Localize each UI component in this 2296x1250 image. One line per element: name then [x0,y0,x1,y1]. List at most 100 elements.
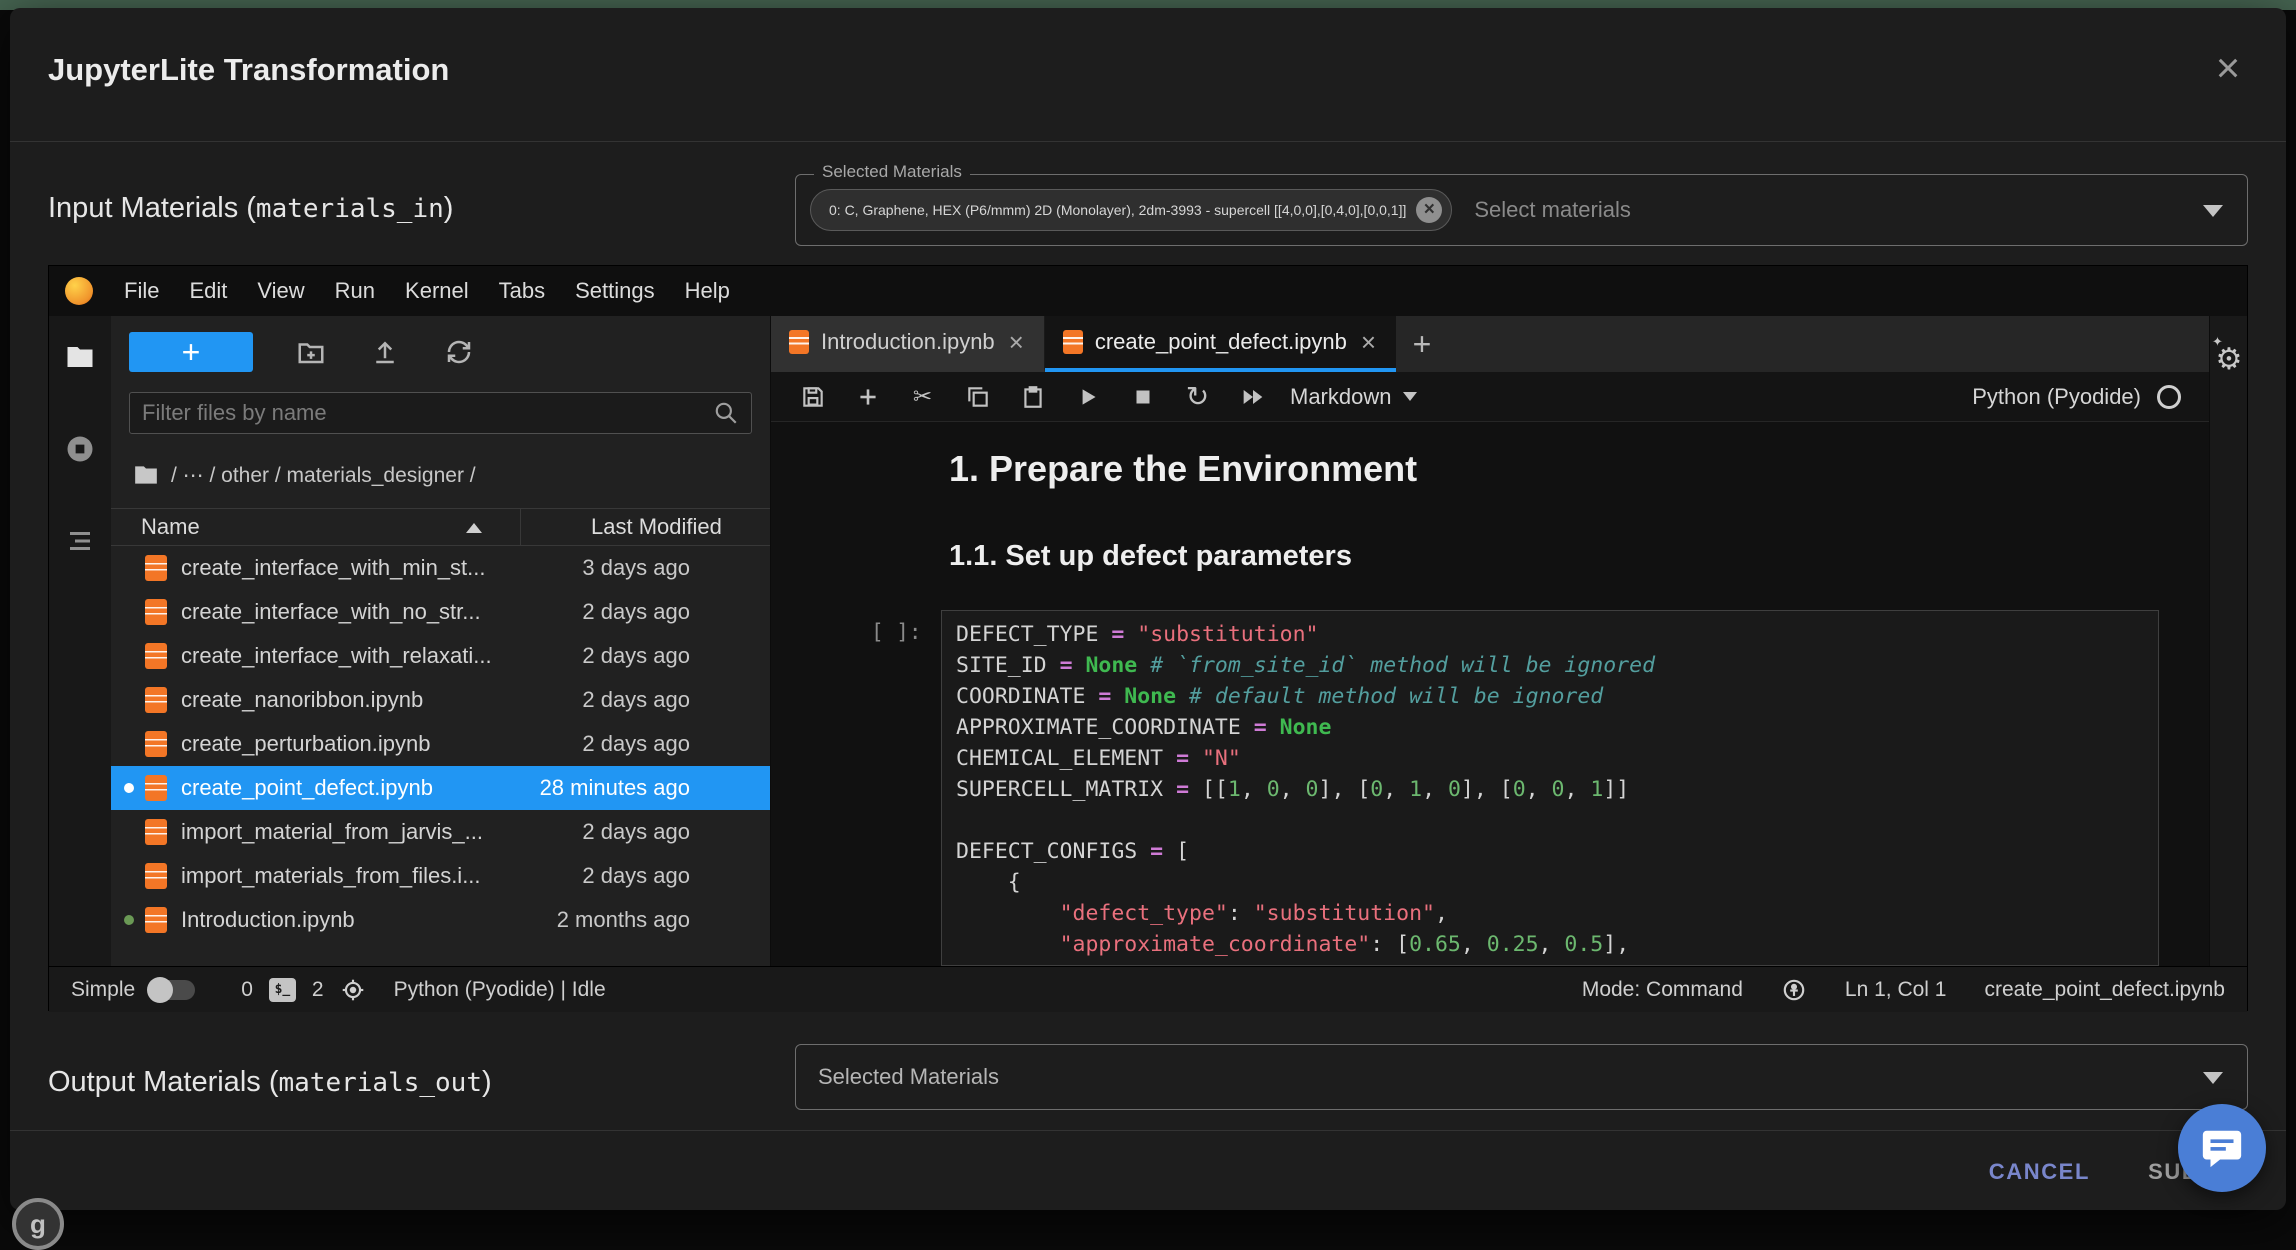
mode-indicator: Mode: Command [1582,978,1743,1002]
file-name: create_interface_with_relaxati... [181,643,511,669]
cut-cell-icon[interactable]: ✂ [895,383,950,410]
running-sessions-tab-icon[interactable] [65,434,95,464]
code-line: COORDINATE = None # default method will … [956,681,2144,712]
tab-close-icon[interactable]: × [1007,329,1026,355]
file-last-modified: 2 days ago [511,643,770,669]
notebook-file-icon [145,907,167,933]
jupyter-status-bar: Simple 0 $_ 2 Python (Pyodide) | Idle Mo… [49,966,2247,1012]
material-chip[interactable]: 0: C, Graphene, HEX (P6/mmm) 2D (Monolay… [810,189,1452,231]
refresh-icon[interactable] [443,336,475,368]
kernel-running-dot [124,695,134,705]
output-materials-label: Output Materials (materials_out) [48,1066,492,1099]
copy-cell-icon[interactable] [950,384,1005,410]
menu-edit[interactable]: Edit [174,278,242,304]
code-editor[interactable]: DEFECT_TYPE = "substitution"SITE_ID = No… [941,610,2159,966]
terminal-icon[interactable]: $_ [269,978,296,1002]
menu-tabs[interactable]: Tabs [484,278,560,304]
tab-introduction[interactable]: Introduction.ipynb × [771,316,1045,372]
file-browser-tab-icon[interactable] [65,342,95,372]
cell-type-value: Markdown [1290,384,1391,410]
menu-help[interactable]: Help [670,278,745,304]
sort-ascending-icon [466,523,482,533]
kernel-running-dot [124,651,134,661]
run-all-cells-icon[interactable] [1225,383,1280,411]
kernel-indicator[interactable]: Python (Pyodide) [1972,384,2195,410]
column-header-name[interactable]: Name [111,509,521,545]
chat-widget-button[interactable] [2178,1104,2266,1192]
menu-kernel[interactable]: Kernel [390,278,484,304]
name-column-label: Name [141,514,200,540]
output-materials-select[interactable]: Selected Materials [795,1044,2248,1110]
chevron-down-icon[interactable] [2203,1072,2223,1084]
file-last-modified: 2 days ago [511,819,770,845]
code-line: SUPERCELL_MATRIX = [[1, 0, 0], [0, 1, 0]… [956,774,2144,805]
new-folder-icon[interactable] [295,336,327,368]
corner-widget[interactable]: g [12,1198,64,1250]
file-row[interactable]: create_interface_with_relaxati...2 days … [111,634,770,678]
menu-settings[interactable]: Settings [560,278,670,304]
breadcrumb[interactable]: / ⋯ / other / materials_designer / [111,456,770,494]
column-header-last-modified[interactable]: Last Modified [521,514,770,540]
jupyter-menu-bar: FileEditViewRunKernelTabsSettingsHelp [49,266,2247,316]
tab-create-point-defect[interactable]: create_point_defect.ipynb × [1045,316,1396,372]
menu-run[interactable]: Run [320,278,390,304]
stop-kernel-icon[interactable] [1115,384,1170,410]
file-row[interactable]: create_nanoribbon.ipynb2 days ago [111,678,770,722]
code-cell[interactable]: [ ]: DEFECT_TYPE = "substitution"SITE_ID… [871,610,2159,966]
file-row[interactable]: Introduction.ipynb2 months ago [111,898,770,942]
restart-kernel-icon[interactable]: ↻ [1170,380,1225,413]
tab-bar: Introduction.ipynb × create_point_defect… [771,316,2209,372]
file-row[interactable]: import_materials_from_files.i...2 days a… [111,854,770,898]
input-placeholder: Select materials [1474,197,1631,223]
kernel-sessions-icon[interactable] [340,977,366,1003]
filter-files-input[interactable] [142,400,713,426]
notebook-heading-1: 1. Prepare the Environment [949,448,1417,490]
chip-delete-icon[interactable]: × [1416,197,1442,223]
settings-gear-icon[interactable]: ⚙ ✦ [2210,342,2248,377]
code-line: "defect_type": "substitution", [956,898,2144,929]
folder-icon [133,462,159,488]
kernel-running-dot [124,915,134,925]
file-last-modified: 3 days ago [511,555,770,581]
code-line: "chemical_element": CHEMICAL_ELEMENT, [956,960,2144,966]
new-launcher-button[interactable]: + [129,332,253,372]
file-last-modified: 2 days ago [511,687,770,713]
menu-file[interactable]: File [109,278,174,304]
filter-files-box[interactable] [129,392,752,434]
file-row[interactable]: create_interface_with_min_st...3 days ag… [111,546,770,590]
pyodide-logo-icon [65,277,93,305]
input-label-code: materials_in [256,194,444,224]
cursor-position[interactable]: Ln 1, Col 1 [1845,978,1947,1002]
simple-mode-toggle[interactable] [149,980,195,1000]
file-row[interactable]: create_point_defect.ipynb28 minutes ago [111,766,770,810]
code-line: SITE_ID = None # `from_site_id` method w… [956,650,2144,681]
add-cell-icon[interactable] [840,384,895,410]
add-tab-button[interactable]: + [1396,316,1448,372]
file-last-modified: 2 days ago [511,863,770,889]
notebook-file-icon [145,643,167,669]
input-materials-select[interactable]: Selected Materials 0: C, Graphene, HEX (… [795,174,2248,246]
file-last-modified: 2 days ago [511,731,770,757]
menu-view[interactable]: View [242,278,319,304]
file-row[interactable]: import_material_from_jarvis_...2 days ag… [111,810,770,854]
tab-close-icon[interactable]: × [1359,329,1378,355]
file-list-header: Name Last Modified [111,508,770,546]
status-indicator-icon[interactable] [1781,977,1807,1003]
chevron-down-icon[interactable] [2203,205,2223,217]
file-row[interactable]: create_interface_with_no_str...2 days ag… [111,590,770,634]
save-icon[interactable] [785,384,840,410]
notebook-file-icon [145,775,167,801]
notebook-file-icon [145,599,167,625]
cell-type-dropdown[interactable]: Markdown [1290,384,1417,410]
code-line: "approximate_coordinate": [0.65, 0.25, 0… [956,929,2144,960]
table-of-contents-tab-icon[interactable] [65,526,95,556]
notebook-content: 1. Prepare the Environment 1.1. Set up d… [771,422,2209,966]
paste-cell-icon[interactable] [1005,384,1060,410]
upload-icon[interactable] [369,336,401,368]
file-row[interactable]: create_perturbation.ipynb2 days ago [111,722,770,766]
cancel-button[interactable]: CANCEL [1989,1159,2090,1185]
close-icon[interactable]: × [2206,46,2250,90]
run-cell-icon[interactable] [1060,384,1115,410]
notebook-file-icon [145,819,167,845]
kernel-status-text[interactable]: Python (Pyodide) | Idle [394,978,606,1002]
